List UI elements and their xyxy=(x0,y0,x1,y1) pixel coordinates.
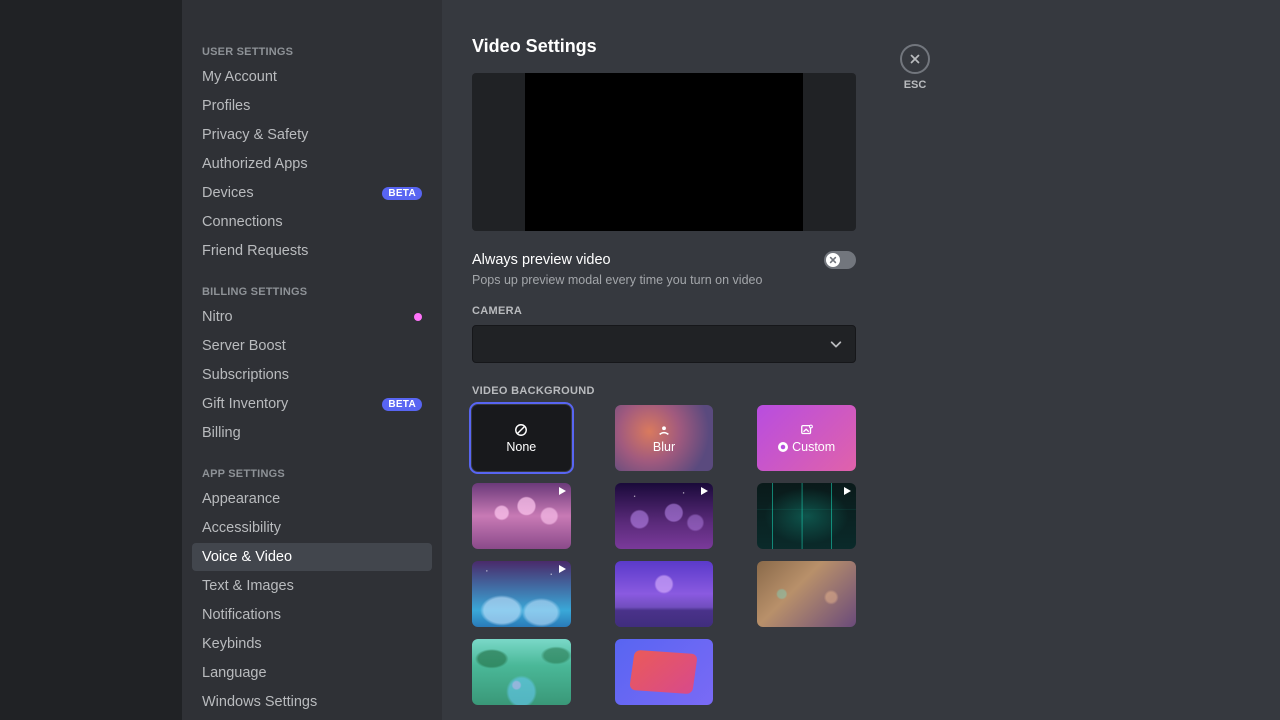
sidebar-item-label: Keybinds xyxy=(202,636,262,652)
section-header-app: APP SETTINGS xyxy=(192,462,432,484)
sidebar-item-keybinds[interactable]: Keybinds xyxy=(192,630,432,658)
sidebar-item-label: My Account xyxy=(202,69,277,85)
background-option-none[interactable]: None xyxy=(472,405,571,471)
sidebar-item-label: Text & Images xyxy=(202,578,294,594)
sidebar-item-label: Appearance xyxy=(202,491,280,507)
sidebar-item-label: Notifications xyxy=(202,607,281,623)
always-preview-setting: Always preview video xyxy=(472,251,856,269)
settings-sidebar: USER SETTINGS My Account Profiles Privac… xyxy=(182,0,442,720)
background-option-preset-3[interactable] xyxy=(757,483,856,549)
camera-label: CAMERA xyxy=(472,305,856,317)
page-title: Video Settings xyxy=(472,36,856,57)
background-option-custom[interactable]: Custom xyxy=(757,405,856,471)
sidebar-item-appearance[interactable]: Appearance xyxy=(192,485,432,513)
beta-badge: BETA xyxy=(382,187,422,200)
beta-badge: BETA xyxy=(382,398,422,411)
sidebar-item-gift-inventory[interactable]: Gift Inventory BETA xyxy=(192,390,432,418)
background-option-blur[interactable]: Blur xyxy=(615,405,714,471)
section-header-billing: BILLING SETTINGS xyxy=(192,280,432,302)
sidebar-item-label: Devices xyxy=(202,185,254,201)
background-option-preset-4[interactable] xyxy=(472,561,571,627)
sidebar-item-profiles[interactable]: Profiles xyxy=(192,92,432,120)
nitro-indicator-icon xyxy=(414,313,422,321)
sidebar-item-label: Nitro xyxy=(202,309,233,325)
sidebar-item-label: Authorized Apps xyxy=(202,156,308,172)
blur-icon xyxy=(657,423,671,437)
close-button[interactable] xyxy=(900,44,930,74)
content-right-gutter: ESC xyxy=(896,0,1280,720)
sidebar-item-label: Voice & Video xyxy=(202,549,292,565)
sidebar-item-voice-video[interactable]: Voice & Video xyxy=(192,543,432,571)
background-blur-label: Blur xyxy=(653,440,675,454)
settings-content: Video Settings Always preview video Pops… xyxy=(442,0,896,720)
sidebar-item-billing[interactable]: Billing xyxy=(192,419,432,447)
sidebar-item-label: Gift Inventory xyxy=(202,396,288,412)
sidebar-item-label: Accessibility xyxy=(202,520,281,536)
app-left-gutter xyxy=(0,0,182,720)
chevron-down-icon xyxy=(829,337,843,351)
sidebar-item-label: Language xyxy=(202,665,267,681)
always-preview-description: Pops up preview modal every time you tur… xyxy=(472,273,856,287)
toggle-off-icon xyxy=(829,256,837,264)
animated-indicator-icon xyxy=(559,487,566,495)
sidebar-item-nitro[interactable]: Nitro xyxy=(192,303,432,331)
animated-indicator-icon xyxy=(559,565,566,573)
background-option-preset-1[interactable] xyxy=(472,483,571,549)
background-option-preset-7[interactable] xyxy=(472,639,571,705)
close-esc-label: ESC xyxy=(904,79,927,91)
sidebar-item-notifications[interactable]: Notifications xyxy=(192,601,432,629)
video-preview-panel xyxy=(472,73,856,231)
sidebar-item-label: Windows Settings xyxy=(202,694,317,710)
nitro-required-icon xyxy=(778,442,788,452)
sidebar-item-accessibility[interactable]: Accessibility xyxy=(192,514,432,542)
sidebar-item-text-images[interactable]: Text & Images xyxy=(192,572,432,600)
sidebar-item-devices[interactable]: Devices BETA xyxy=(192,179,432,207)
close-settings-group: ESC xyxy=(900,44,930,91)
always-preview-toggle[interactable] xyxy=(824,251,856,269)
animated-indicator-icon xyxy=(844,487,851,495)
sidebar-item-my-account[interactable]: My Account xyxy=(192,63,432,91)
video-background-label: VIDEO BACKGROUND xyxy=(472,385,856,397)
background-option-preset-6[interactable] xyxy=(757,561,856,627)
toggle-knob xyxy=(826,253,840,267)
sidebar-item-label: Billing xyxy=(202,425,241,441)
section-header-user: USER SETTINGS xyxy=(192,40,432,62)
always-preview-label: Always preview video xyxy=(472,252,611,268)
sidebar-item-label: Subscriptions xyxy=(202,367,289,383)
sidebar-item-connections[interactable]: Connections xyxy=(192,208,432,236)
background-custom-label: Custom xyxy=(792,440,835,454)
sidebar-item-label: Privacy & Safety xyxy=(202,127,308,143)
sidebar-item-server-boost[interactable]: Server Boost xyxy=(192,332,432,360)
background-option-preset-8[interactable] xyxy=(615,639,714,705)
sidebar-item-label: Server Boost xyxy=(202,338,286,354)
sidebar-item-label: Profiles xyxy=(202,98,250,114)
animated-indicator-icon xyxy=(701,487,708,495)
sidebar-item-subscriptions[interactable]: Subscriptions xyxy=(192,361,432,389)
close-icon xyxy=(908,52,922,66)
camera-select[interactable] xyxy=(472,325,856,363)
none-icon xyxy=(514,423,528,437)
sidebar-item-authorized-apps[interactable]: Authorized Apps xyxy=(192,150,432,178)
sidebar-item-privacy-safety[interactable]: Privacy & Safety xyxy=(192,121,432,149)
add-image-icon xyxy=(800,423,814,437)
background-option-preset-2[interactable] xyxy=(615,483,714,549)
background-none-label: None xyxy=(506,440,536,454)
background-option-preset-5[interactable] xyxy=(615,561,714,627)
sidebar-item-windows-settings[interactable]: Windows Settings xyxy=(192,688,432,716)
sidebar-item-label: Connections xyxy=(202,214,283,230)
sidebar-item-language[interactable]: Language xyxy=(192,659,432,687)
video-preview-frame xyxy=(525,73,803,231)
video-background-grid: None Blur Custom xyxy=(472,405,856,705)
sidebar-item-label: Friend Requests xyxy=(202,243,308,259)
sidebar-item-friend-requests[interactable]: Friend Requests xyxy=(192,237,432,265)
